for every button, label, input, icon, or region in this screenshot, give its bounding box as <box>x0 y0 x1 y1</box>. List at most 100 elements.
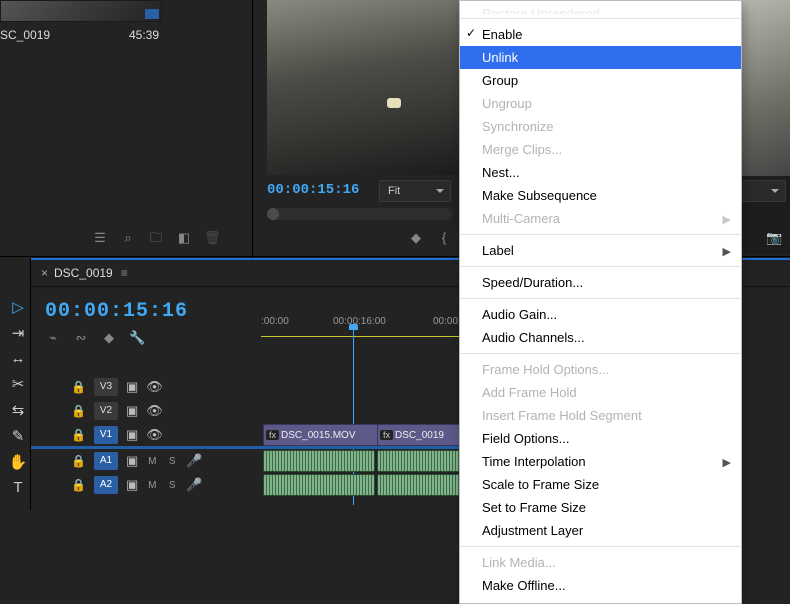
selection-tool-icon[interactable]: ▷ <box>4 298 32 316</box>
search-icon[interactable]: ⌕ <box>120 230 136 246</box>
fx-badge: fx <box>380 430 393 440</box>
track-header-a1[interactable]: 🔒 A1 ▣ M S 🎤 <box>61 450 202 472</box>
lock-icon[interactable]: 🔒 <box>71 454 86 468</box>
slip-tool-icon[interactable]: ⇆ <box>4 401 32 419</box>
pen-tool-icon[interactable]: ✎ <box>4 427 32 445</box>
menu-item-make-subsequence[interactable]: Make Subsequence <box>460 184 741 207</box>
menu-separator <box>460 266 741 267</box>
project-bin: SC_0019 45:39 ☰ ⌕ 🗀 ◧ 🗑 <box>0 0 165 254</box>
marker-icon[interactable]: ◆ <box>101 330 117 346</box>
menu-item-link-media: Link Media... <box>460 551 741 574</box>
track-select-tool-icon[interactable]: ⇥ <box>4 324 32 342</box>
track-header-a2[interactable]: 🔒 A2 ▣ M S 🎤 <box>61 474 202 496</box>
audio-clip-1[interactable] <box>263 450 375 472</box>
type-tool-icon[interactable]: T <box>4 479 32 496</box>
clip-thumbnail[interactable] <box>0 0 162 22</box>
menu-item-speed-duration[interactable]: Speed/Duration... <box>460 271 741 294</box>
ruler-tick: 00:00:16:00 <box>333 316 386 334</box>
zoom-handle[interactable] <box>267 208 279 220</box>
menu-item-field-options[interactable]: Field Options... <box>460 427 741 450</box>
razor-tool-icon[interactable]: ✂ <box>4 375 32 393</box>
menu-item-scale-to-frame-size[interactable]: Scale to Frame Size <box>460 473 741 496</box>
track-tag-a1[interactable]: A1 <box>94 452 118 470</box>
timeline-timecode[interactable]: 00:00:15:16 <box>45 300 188 323</box>
fx-badge: fx <box>266 430 279 440</box>
track-tag-v2[interactable]: V2 <box>94 402 118 420</box>
menu-item-label[interactable]: Label▶ <box>460 239 741 262</box>
menu-item-adjustment-layer[interactable]: Adjustment Layer <box>460 519 741 542</box>
menu-item-group[interactable]: Group <box>460 69 741 92</box>
menu-item-time-interpolation[interactable]: Time Interpolation▶ <box>460 450 741 473</box>
track-output-icon[interactable]: 👁 <box>146 403 163 419</box>
menu-item-audio-gain[interactable]: Audio Gain... <box>460 303 741 326</box>
program-video[interactable] <box>267 0 460 175</box>
mark-in-icon[interactable]: ◆ <box>408 230 424 246</box>
menu-item-multi-camera: Multi-Camera▶ <box>460 207 741 230</box>
program-toolbar: ◆ { <box>408 230 452 246</box>
track-visibility-icon[interactable]: ▣ <box>126 379 138 395</box>
work-area-bar[interactable] <box>261 336 489 337</box>
trash-icon[interactable]: 🗑 <box>204 230 220 246</box>
menu-item-audio-channels[interactable]: Audio Channels... <box>460 326 741 349</box>
menu-item-unlink[interactable]: Unlink <box>460 46 741 69</box>
linked-selection-icon[interactable]: ∾ <box>73 330 89 346</box>
track-output-icon[interactable]: 👁 <box>146 427 163 443</box>
mute-button[interactable]: M <box>146 480 158 491</box>
track-tag-v1[interactable]: V1 <box>94 426 118 444</box>
voiceover-icon[interactable]: 🎤 <box>186 477 202 493</box>
mark-out-icon[interactable]: { <box>436 230 452 246</box>
source-video-preview[interactable] <box>740 0 790 176</box>
track-visibility-icon[interactable]: ▣ <box>126 427 138 443</box>
track-output-icon[interactable]: 👁 <box>146 379 163 395</box>
thumbnail-badge <box>145 9 159 19</box>
track-visibility-icon[interactable]: ▣ <box>126 477 138 493</box>
audio-clip-3[interactable] <box>263 474 375 496</box>
lock-icon[interactable]: 🔒 <box>71 478 86 492</box>
context-menu: Restore Unrendered ✓Enable Unlink Group … <box>459 0 742 604</box>
lock-icon[interactable]: 🔒 <box>71 380 86 394</box>
menu-item-set-to-frame-size[interactable]: Set to Frame Size <box>460 496 741 519</box>
menu-separator <box>460 546 741 547</box>
menu-separator <box>460 18 741 19</box>
hand-tool-icon[interactable]: ✋ <box>4 453 32 471</box>
ripple-tool-icon[interactable]: ↔ <box>4 350 32 367</box>
new-bin-icon[interactable]: 🗀 <box>148 230 164 246</box>
solo-button[interactable]: S <box>166 456 178 467</box>
panel-menu-icon[interactable]: ≡ <box>121 266 128 280</box>
sequence-tab[interactable]: DSC_0019 <box>54 266 113 280</box>
source-controls: 📷 <box>740 176 790 254</box>
menu-item-nest[interactable]: Nest... <box>460 161 741 184</box>
solo-button[interactable]: S <box>166 480 178 491</box>
export-frame-icon[interactable]: 📷 <box>766 230 782 246</box>
timeline-toolbar: ⌁ ∾ ◆ 🔧 <box>45 330 145 346</box>
menu-item-truncated: Restore Unrendered <box>460 5 741 14</box>
track-tag-a2[interactable]: A2 <box>94 476 118 494</box>
menu-label: Time Interpolation <box>482 454 586 469</box>
mute-button[interactable]: M <box>146 456 158 467</box>
track-visibility-icon[interactable]: ▣ <box>126 453 138 469</box>
clip-name: SC_0019 <box>0 28 50 42</box>
video-clip-1[interactable]: fx DSC_0015.MOV <box>263 424 379 446</box>
menu-label: Enable <box>482 27 522 42</box>
track-header-v1[interactable]: 🔒 V1 ▣ 👁 <box>61 424 163 446</box>
track-header-v2[interactable]: 🔒 V2 ▣ 👁 <box>61 400 163 422</box>
menu-item-enable[interactable]: ✓Enable <box>460 23 741 46</box>
menu-item-frame-hold-options: Frame Hold Options... <box>460 358 741 381</box>
track-visibility-icon[interactable]: ▣ <box>126 403 138 419</box>
track-header-v3[interactable]: 🔒 V3 ▣ 👁 <box>61 376 163 398</box>
zoom-fit-select[interactable]: Fit <box>379 180 451 202</box>
voiceover-icon[interactable]: 🎤 <box>186 453 202 469</box>
program-timecode[interactable]: 00:00:15:16 <box>267 182 359 198</box>
list-view-icon[interactable]: ☰ <box>92 230 108 246</box>
track-tag-v3[interactable]: V3 <box>94 378 118 396</box>
video-content <box>387 98 401 108</box>
menu-item-ungroup: Ungroup <box>460 92 741 115</box>
new-item-icon[interactable]: ◧ <box>176 230 192 246</box>
menu-item-make-offline[interactable]: Make Offline... <box>460 574 741 597</box>
ruler-tick: :00:00 <box>261 316 289 334</box>
lock-icon[interactable]: 🔒 <box>71 404 86 418</box>
settings-icon[interactable]: 🔧 <box>129 330 145 346</box>
snap-icon[interactable]: ⌁ <box>45 330 61 346</box>
lock-icon[interactable]: 🔒 <box>71 428 86 442</box>
close-tab-icon[interactable]: × <box>41 266 48 280</box>
